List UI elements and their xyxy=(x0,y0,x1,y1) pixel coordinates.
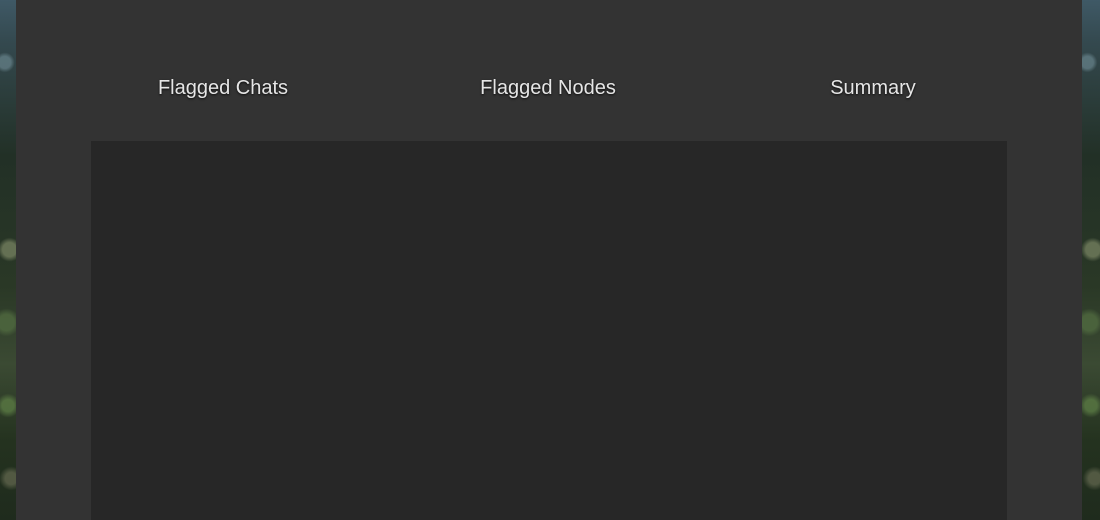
tab-content-panel xyxy=(91,141,1007,520)
flagged-content-modal: Flagged Chats Flagged Nodes Summary xyxy=(16,0,1082,520)
tab-flagged-nodes[interactable]: Flagged Nodes xyxy=(448,70,648,106)
tab-bar: Flagged Chats Flagged Nodes Summary xyxy=(16,70,1082,106)
background-right-edge xyxy=(1082,0,1100,520)
tab-flagged-chats[interactable]: Flagged Chats xyxy=(123,70,323,106)
tab-summary[interactable]: Summary xyxy=(773,70,973,106)
background-left-edge xyxy=(0,0,16,520)
